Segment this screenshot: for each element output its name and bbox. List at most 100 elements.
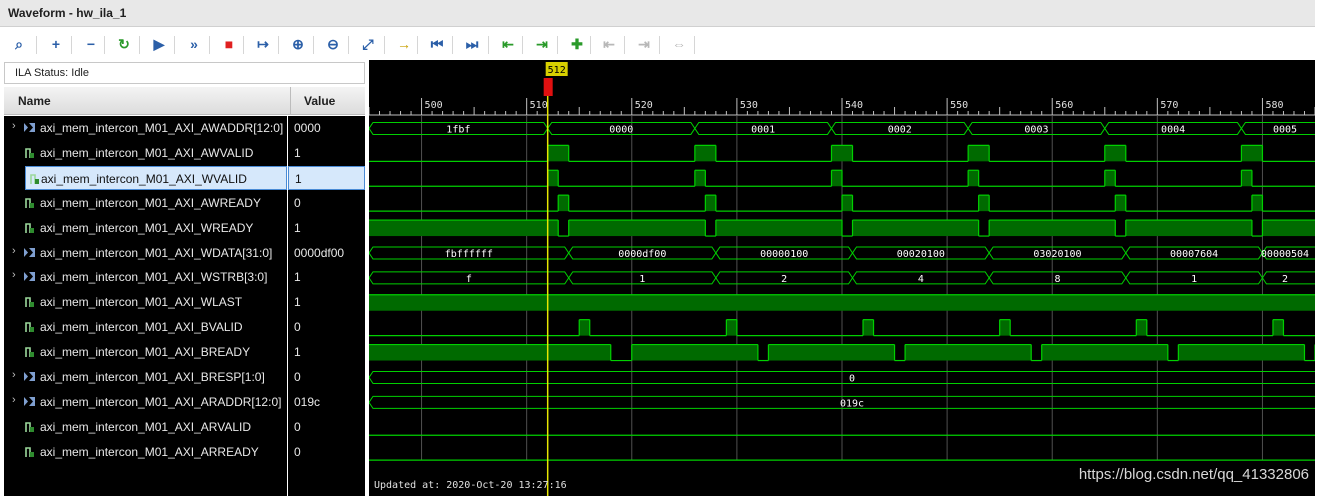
ruler-tick-label: 520 — [635, 100, 653, 111]
signal-row[interactable]: › axi_mem_intercon_M01_AXI_BRESP[1:0] — [4, 365, 287, 389]
ruler-tick-label: 580 — [1265, 100, 1283, 111]
bit-high-fill — [694, 145, 716, 162]
chevron-right-icon[interactable]: › — [12, 120, 16, 132]
signal-value: 0 — [294, 196, 301, 210]
signal-value-cell[interactable]: 0 — [288, 365, 365, 389]
zoom-out-button[interactable]: ⊖ — [322, 33, 344, 55]
remove-button[interactable]: − — [80, 33, 102, 55]
toolbar-separator — [590, 36, 591, 54]
signal-row[interactable]: axi_mem_intercon_M01_AXI_WLAST — [4, 290, 287, 314]
toolbar-separator — [243, 36, 244, 54]
bus-value-label: 1 — [1191, 274, 1197, 285]
signal-row[interactable]: axi_mem_intercon_M01_AXI_AWVALID — [4, 141, 287, 165]
search-button[interactable]: ⌕ — [8, 33, 30, 55]
chevron-right-icon[interactable]: › — [12, 394, 16, 406]
bit-signal-icon — [25, 198, 34, 208]
next-transition-button[interactable]: ⇥ — [531, 33, 553, 55]
signal-row[interactable]: › axi_mem_intercon_M01_AXI_WDATA[31:0] — [4, 241, 287, 265]
export-icon: ↦ — [257, 35, 269, 52]
bus-value-label: 1fbf — [446, 124, 470, 135]
updated-timestamp: Updated at: 2020-Oct-20 13:27:16 — [374, 480, 567, 491]
stop-button[interactable]: ■ — [218, 33, 240, 55]
add-marker-button[interactable]: ✚ — [566, 33, 588, 55]
toolbar-separator — [522, 36, 523, 54]
signal-value-column: 0000 1 1 0 1 0000df00 1 1 0 1 0 019c 0 0 — [288, 116, 365, 496]
signal-row[interactable]: axi_mem_intercon_M01_AXI_BVALID — [4, 315, 287, 339]
waveform-panel[interactable]: 500 510 520 530 540 550 560 570 580 1fbf 0000 0001 0… — [368, 60, 1319, 496]
bit-high-fill — [1041, 344, 1168, 361]
signal-row[interactable]: axi_mem_intercon_M01_AXI_BREADY — [4, 340, 287, 364]
go-to-start-icon: ⏮ — [430, 35, 444, 52]
bus-value-label: 019c — [840, 398, 864, 409]
bit-high-fill — [831, 170, 842, 187]
signal-value-cell[interactable]: 1 — [288, 216, 365, 240]
bit-high-fill — [863, 319, 874, 336]
signal-row[interactable]: axi_mem_intercon_M01_AXI_WREADY — [4, 216, 287, 240]
column-header-name[interactable]: Name — [18, 94, 51, 108]
go-to-cursor-button[interactable]: → — [393, 33, 415, 55]
previous-marker-button[interactable]: ⇤ — [598, 33, 620, 55]
toolbar-separator — [694, 36, 695, 54]
bit-high-fill — [369, 294, 1319, 311]
export-button[interactable]: ↦ — [252, 33, 274, 55]
swap-cursors-button[interactable]: ⇔ — [668, 33, 690, 55]
toolbar-separator — [348, 36, 349, 54]
bit-high-fill — [1178, 344, 1305, 361]
signal-name: axi_mem_intercon_M01_AXI_WSTRB[3:0] — [40, 270, 268, 284]
bus-signal-icon — [24, 123, 35, 132]
column-header-value[interactable]: Value — [304, 94, 335, 108]
signal-row[interactable]: axi_mem_intercon_M01_AXI_ARVALID — [4, 415, 287, 439]
signal-value-cell[interactable]: 0 — [288, 191, 365, 215]
signal-row[interactable]: › axi_mem_intercon_M01_AXI_ARADDR[12:0] — [4, 390, 287, 414]
signal-value-cell[interactable]: 1 — [288, 166, 365, 190]
signal-row[interactable]: axi_mem_intercon_M01_AXI_ARREADY — [4, 440, 287, 464]
toolbar-separator — [384, 36, 385, 54]
watermark: https://blog.csdn.net/qq_41332806 — [1078, 466, 1309, 483]
run-trigger-immediate-button[interactable]: ↻ — [113, 33, 135, 55]
zoom-fit-button[interactable]: ⤢ — [357, 33, 379, 55]
signal-table-header: Name Value — [4, 87, 365, 115]
previous-transition-button[interactable]: ⇤ — [497, 33, 519, 55]
bit-high-fill — [1136, 319, 1147, 336]
signal-value-cell[interactable]: 1 — [288, 340, 365, 364]
column-divider[interactable] — [290, 87, 291, 115]
signal-row[interactable]: › axi_mem_intercon_M01_AXI_AWADDR[12:0] — [4, 116, 287, 140]
bit-signal-icon — [25, 447, 34, 457]
chevron-right-icon[interactable]: › — [12, 245, 16, 257]
bus-value-label: 2 — [1282, 274, 1288, 285]
bus-value-label: fbffffff — [445, 249, 493, 260]
run-continuous-button[interactable]: » — [183, 33, 205, 55]
bit-high-fill — [1272, 319, 1284, 336]
go-to-start-button[interactable]: ⏮ — [426, 33, 448, 55]
signal-value-cell[interactable]: 1 — [288, 141, 365, 165]
signal-name: axi_mem_intercon_M01_AXI_WDATA[31:0] — [40, 246, 273, 260]
signal-value-cell[interactable]: 0000df00 — [288, 241, 365, 265]
signal-value-cell[interactable]: 1 — [288, 290, 365, 314]
signal-value-cell[interactable]: 0 — [288, 440, 365, 464]
bit-high-fill — [694, 170, 706, 187]
signal-value-cell[interactable]: 0 — [288, 415, 365, 439]
signal-value-cell[interactable]: 1 — [288, 265, 365, 289]
signal-value-cell[interactable]: 019c — [288, 390, 365, 414]
signal-value-cell[interactable]: 0 — [288, 315, 365, 339]
signal-row[interactable]: axi_mem_intercon_M01_AXI_AWREADY — [4, 191, 287, 215]
signal-value-cell[interactable]: 0000 — [288, 116, 365, 140]
signal-row[interactable]: axi_mem_intercon_M01_AXI_WVALID — [25, 166, 287, 190]
ruler-tick-label: 570 — [1160, 100, 1178, 111]
waveform-canvas[interactable]: 500 510 520 530 540 550 560 570 580 1fbf 0000 0001 0… — [368, 60, 1319, 496]
bit-high-fill — [558, 195, 569, 212]
remove-icon: − — [86, 36, 96, 52]
next-marker-button[interactable]: ⇥ — [633, 33, 655, 55]
bit-high-fill — [568, 220, 706, 237]
go-to-end-button[interactable]: ⏭ — [461, 33, 483, 55]
run-trigger-button[interactable]: ▶ — [148, 33, 170, 55]
bit-signal-icon — [25, 297, 34, 307]
add-button[interactable]: + — [45, 33, 67, 55]
chevron-right-icon[interactable]: › — [12, 369, 16, 381]
signal-row[interactable]: › axi_mem_intercon_M01_AXI_WSTRB[3:0] — [4, 265, 287, 289]
bit-high-fill — [1241, 145, 1263, 162]
bit-high-fill — [1262, 220, 1319, 237]
zoom-in-button[interactable]: ⊕ — [287, 33, 309, 55]
chevron-right-icon[interactable]: › — [12, 269, 16, 281]
bit-high-fill — [999, 319, 1011, 336]
